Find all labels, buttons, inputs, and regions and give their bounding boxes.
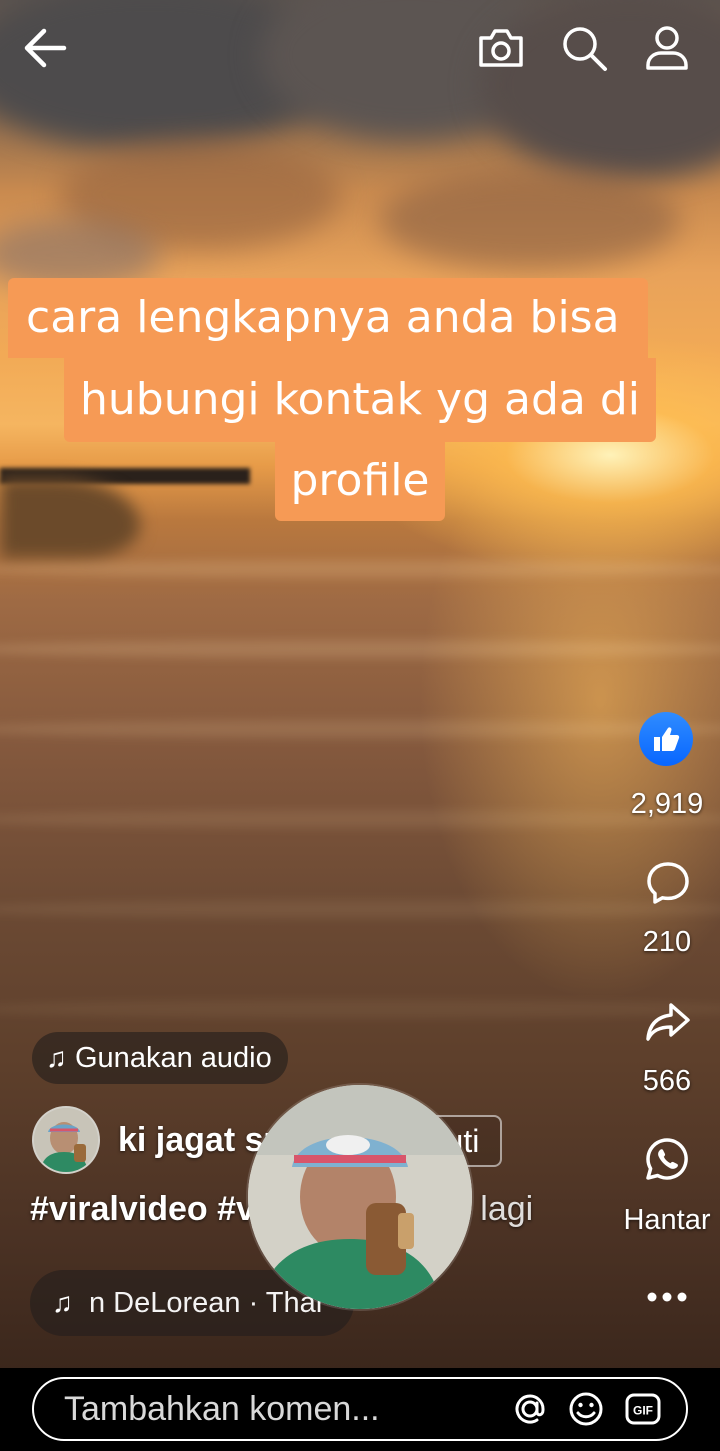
- svg-text:GIF: GIF: [633, 1404, 653, 1418]
- creator-bubble-video[interactable]: [248, 1085, 472, 1309]
- caption-line: cara lengkapnya anda bisa: [8, 278, 648, 358]
- emoji-icon[interactable]: [565, 1387, 607, 1431]
- reels-viewer: cara lengkapnya anda bisa hubungi kontak…: [0, 0, 720, 1451]
- wave: [0, 900, 720, 918]
- thumbs-up-icon: [639, 712, 693, 766]
- comment-input[interactable]: [34, 1388, 509, 1430]
- share-count: 566: [642, 1065, 692, 1097]
- cloud: [380, 170, 680, 270]
- like-count: 2,919: [630, 788, 704, 820]
- share-icon[interactable]: [644, 1000, 692, 1044]
- music-note-icon: ♫: [46, 1042, 67, 1073]
- camera-icon[interactable]: [476, 26, 526, 70]
- send-label[interactable]: Hantar: [617, 1203, 717, 1237]
- see-more-link[interactable]: lagi: [480, 1190, 533, 1228]
- bottom-bar: GIF: [0, 1368, 720, 1451]
- wave: [0, 1000, 720, 1018]
- wave: [0, 720, 720, 738]
- use-audio-button[interactable]: ♫ Gunakan audio: [32, 1032, 288, 1084]
- use-audio-label: Gunakan audio: [75, 1041, 272, 1074]
- gif-icon[interactable]: GIF: [622, 1387, 664, 1431]
- arrow-left-icon[interactable]: [22, 26, 68, 70]
- avatar[interactable]: [32, 1106, 100, 1174]
- search-icon[interactable]: [560, 24, 610, 72]
- wave: [0, 560, 720, 578]
- wave: [0, 640, 720, 658]
- video-caption-overlay: cara lengkapnya anda bisa hubungi kontak…: [0, 278, 720, 521]
- caption-line: profile: [274, 441, 446, 521]
- comment-icon[interactable]: [645, 860, 691, 906]
- whatsapp-icon[interactable]: [644, 1136, 690, 1182]
- music-track-text: n DeLorean · Thar: [89, 1286, 326, 1319]
- comment-bar: GIF: [32, 1377, 688, 1441]
- comment-count: 210: [642, 926, 692, 958]
- music-note-icon: ♫: [52, 1287, 73, 1318]
- profile-icon[interactable]: [644, 24, 690, 72]
- wave: [0, 810, 720, 828]
- more-options-icon[interactable]: [642, 1282, 692, 1312]
- top-bar: [0, 0, 720, 100]
- caption-line: hubungi kontak yg ada di: [64, 358, 656, 442]
- at-icon[interactable]: [509, 1387, 551, 1431]
- like-button[interactable]: [626, 712, 706, 766]
